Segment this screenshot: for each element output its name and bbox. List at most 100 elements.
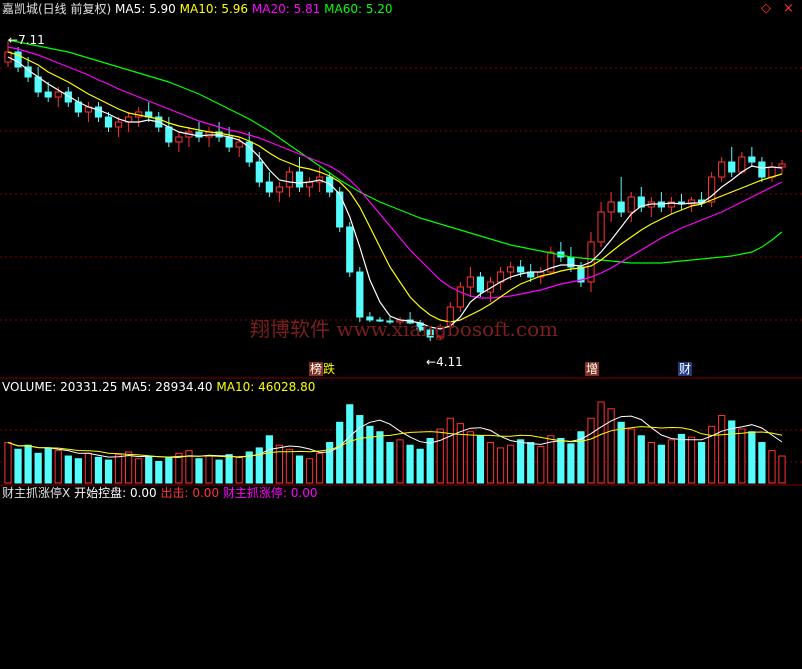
volume-bar	[84, 452, 93, 484]
candle-body	[728, 161, 736, 173]
low-price-label: ←4.11	[426, 355, 463, 369]
event-tag-cai[interactable]: 财	[678, 362, 693, 376]
event-tag-die[interactable]: 跌	[323, 362, 335, 376]
start-control-label: 开始控盘:	[74, 486, 127, 500]
ma20-value: 5.81	[293, 2, 321, 16]
high-price-label: ←7.11	[8, 33, 45, 47]
candle-body	[627, 196, 635, 213]
candle-body	[265, 181, 273, 193]
volume-bar	[416, 448, 424, 484]
candle-body	[476, 276, 485, 293]
volume-bar	[155, 460, 163, 484]
volume-bar	[315, 452, 324, 484]
volume-bar	[738, 428, 746, 484]
volume-bar	[386, 442, 394, 484]
candle-body	[295, 171, 304, 188]
volume-bar	[687, 436, 696, 484]
price-header: 嘉凯城(日线 前复权) MA5: 5.90 MA10: 5.96 MA20: 5…	[2, 2, 393, 16]
volume-bar	[135, 458, 143, 484]
price-panel	[4, 39, 786, 341]
volume-bar	[125, 451, 133, 484]
candle-body	[34, 76, 42, 93]
volume-bar	[567, 443, 575, 484]
volume-bar	[366, 425, 374, 484]
candle-body	[225, 136, 233, 148]
volume-ma5-value: 28934.40	[155, 380, 213, 394]
volume-bar	[748, 431, 756, 484]
event-tag-zeng[interactable]: 增	[585, 362, 600, 376]
volume-bar	[295, 455, 304, 484]
event-tag-bang[interactable]: 榜	[309, 362, 324, 376]
volume-bar	[466, 431, 475, 484]
ma20-label: MA20:	[251, 2, 290, 16]
close-icon[interactable]: ×	[783, 2, 794, 16]
volume-bar	[406, 444, 414, 484]
candle-body	[114, 121, 123, 128]
candle-body	[466, 276, 475, 288]
volume-bar	[657, 444, 665, 484]
volume-bar	[74, 458, 82, 484]
candle-body	[346, 226, 354, 273]
start-control-value: 0.00	[129, 486, 157, 500]
candle-body	[748, 156, 756, 163]
ma5-line	[7, 56, 783, 330]
candle-body	[597, 211, 605, 243]
volume-bar	[396, 439, 404, 484]
candle-body	[356, 271, 364, 318]
volume-bar	[225, 454, 233, 484]
volume-title: VOLUME:	[2, 380, 57, 394]
attack-label: 出击:	[160, 486, 189, 500]
volume-bar	[54, 450, 62, 484]
volume-bar	[235, 456, 243, 484]
volume-bar	[64, 455, 72, 484]
candle-body	[708, 176, 716, 203]
volume-ma10-value: 46028.80	[258, 380, 316, 394]
candle-body	[175, 136, 183, 143]
volume-ma10-line	[7, 426, 783, 458]
low-price-value: 4.11	[436, 355, 463, 369]
candle-body	[336, 191, 344, 228]
volume-bar	[637, 435, 645, 484]
volume-bar	[14, 448, 22, 484]
volume-bar	[24, 444, 32, 484]
candle-body	[778, 163, 786, 168]
ma10-value: 5.96	[221, 2, 249, 16]
volume-bar	[336, 421, 344, 484]
volume-value: 20331.25	[60, 380, 118, 394]
ma10-line	[7, 51, 783, 323]
candle-body	[617, 201, 625, 213]
volume-bar	[627, 428, 635, 484]
candle-body	[165, 126, 173, 143]
ma20-line	[7, 46, 783, 299]
limit-up-value: 0.00	[290, 486, 318, 500]
volume-bar	[506, 444, 515, 484]
candle-body	[607, 201, 615, 213]
stock-name: 嘉凯城(日线 前复权)	[2, 2, 112, 16]
candle-body	[285, 171, 294, 188]
volume-bar	[728, 420, 736, 484]
volume-bar	[165, 456, 173, 484]
attack-value: 0.00	[192, 486, 220, 500]
candle-body	[275, 186, 284, 193]
volume-bar	[758, 442, 766, 484]
volume-bar	[486, 442, 495, 484]
volume-bar	[597, 401, 605, 484]
volume-bar	[436, 428, 444, 484]
volume-ma5-label: MA5:	[121, 380, 152, 394]
volume-bar	[34, 452, 42, 484]
volume-bar	[94, 456, 103, 484]
volume-bar	[376, 431, 384, 484]
volume-bar	[44, 447, 52, 484]
volume-bar	[778, 455, 786, 484]
ma60-line	[7, 39, 783, 264]
candle-body	[738, 156, 746, 173]
volume-bar	[768, 450, 776, 484]
candle-body	[255, 161, 263, 183]
ma5-value: 5.90	[149, 2, 176, 16]
limit-up-label: 财主抓涨停:	[222, 486, 287, 500]
volume-bar	[356, 415, 364, 484]
volume-bar	[517, 439, 525, 484]
volume-bar	[527, 442, 535, 484]
nav-diamond-icon[interactable]: ◇	[761, 2, 771, 16]
volume-bar	[697, 442, 706, 484]
